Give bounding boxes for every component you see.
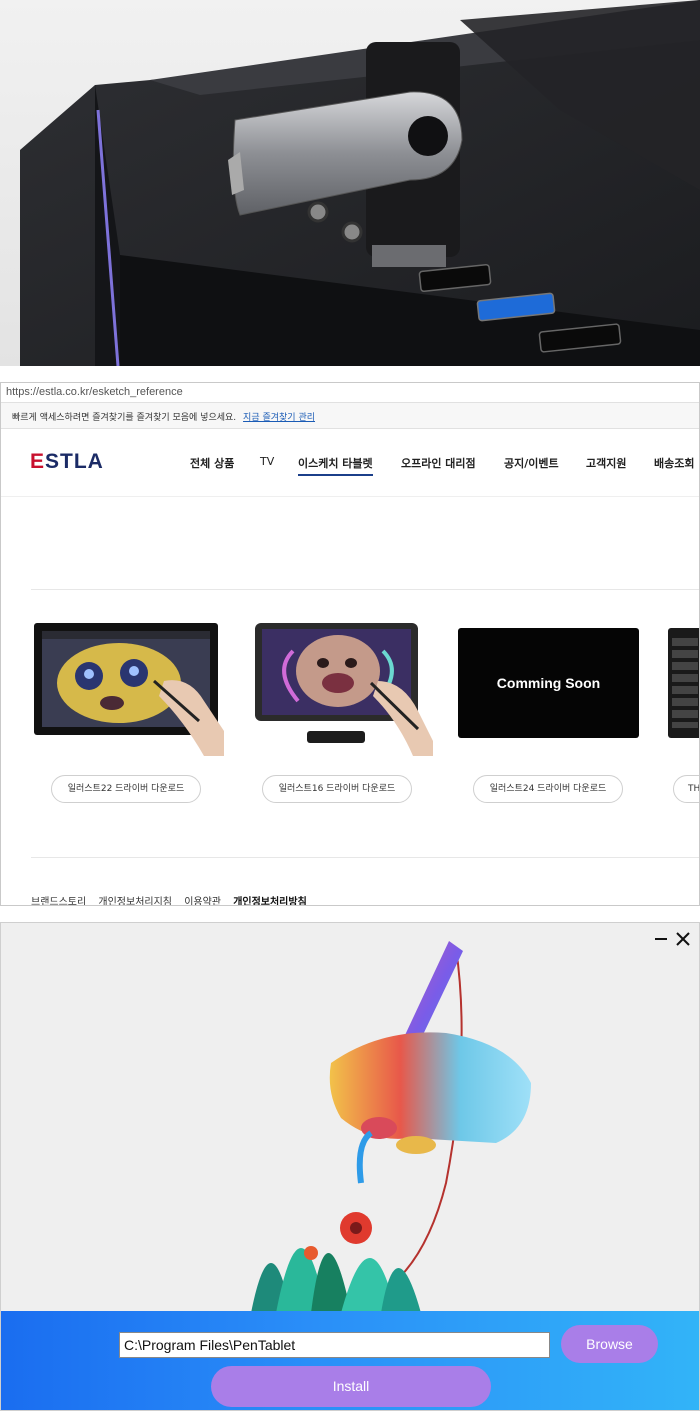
nav-esketch-tablet[interactable]: 이스케치 타블렛 bbox=[298, 455, 373, 476]
download-illust16-button[interactable]: 일러스트16 드라이버 다운로드 bbox=[262, 775, 412, 803]
address-bar[interactable]: https://estla.co.kr/esketch_reference bbox=[1, 383, 699, 403]
download-illust24-button[interactable]: 일러스트24 드라이버 다운로드 bbox=[473, 775, 623, 803]
logo-text: STLA bbox=[45, 450, 104, 473]
section-divider-bottom bbox=[31, 857, 699, 858]
product-partial-buttons bbox=[672, 638, 698, 728]
footer-brand-story[interactable]: 브랜드스토리 bbox=[31, 897, 86, 905]
hand-drawing-illustration bbox=[251, 941, 531, 1313]
product-illust16 bbox=[253, 621, 433, 760]
product-illust24[interactable]: Comming Soon bbox=[458, 628, 639, 738]
usb-photo-illustration bbox=[20, 0, 700, 366]
product-illust16-image[interactable] bbox=[253, 621, 433, 756]
logo-letter-e: E bbox=[30, 450, 46, 473]
installer-window: Browse Install bbox=[0, 922, 700, 1411]
nav-offline-stores[interactable]: 오프라인 대리점 bbox=[401, 455, 476, 471]
footer-links: 브랜드스토리 개인정보처리지침 이용약관 개인정보처리방침 bbox=[31, 893, 316, 905]
nav-tv[interactable]: TV bbox=[260, 455, 274, 468]
coming-soon-label: Comming Soon bbox=[496, 675, 601, 691]
nav-support[interactable]: 고객지원 bbox=[586, 455, 626, 471]
product-partial[interactable] bbox=[668, 628, 699, 738]
minimize-icon[interactable] bbox=[653, 931, 669, 947]
browser-window: https://estla.co.kr/esketch_reference 빠르… bbox=[0, 382, 700, 906]
manage-favorites-link[interactable]: 지금 즐겨찾기 관리 bbox=[243, 413, 315, 423]
product-illust22 bbox=[34, 621, 224, 760]
favorites-bar-text: 빠르게 액세스하려면 즐겨찾기를 즐겨찾기 모음에 넣으세요. bbox=[12, 413, 237, 423]
nav-notice-events[interactable]: 공지/이벤트 bbox=[504, 455, 559, 471]
footer-terms[interactable]: 이용약관 bbox=[184, 897, 221, 905]
favorites-bar: 빠르게 액세스하려면 즐겨찾기를 즐겨찾기 모음에 넣으세요. 지금 즐겨찾기 … bbox=[1, 403, 699, 429]
estla-logo[interactable]: ESTLA bbox=[30, 450, 104, 474]
footer-privacy-policy[interactable]: 개인정보처리방침 bbox=[233, 897, 307, 905]
composite-page: https://estla.co.kr/esketch_reference 빠르… bbox=[0, 0, 700, 1411]
close-icon[interactable] bbox=[675, 931, 691, 947]
footer-privacy-guide[interactable]: 개인정보처리지침 bbox=[98, 897, 172, 905]
product-illust22-image[interactable] bbox=[34, 621, 224, 756]
download-partial-button[interactable]: TH bbox=[673, 775, 699, 803]
section-divider-top bbox=[31, 589, 699, 590]
browse-button[interactable]: Browse bbox=[561, 1325, 658, 1363]
site-header: ESTLA 전체 상품 TV 이스케치 타블렛 오프라인 대리점 공지/이벤트 … bbox=[1, 429, 699, 497]
install-path-input[interactable] bbox=[119, 1332, 550, 1358]
installer-action-bar: Browse Install bbox=[1, 1311, 699, 1410]
usb-drive-photo bbox=[0, 0, 700, 366]
download-illust22-button[interactable]: 일러스트22 드라이버 다운로드 bbox=[51, 775, 201, 803]
install-button[interactable]: Install bbox=[211, 1366, 491, 1407]
nav-delivery-tracking[interactable]: 배송조회 bbox=[654, 455, 694, 471]
nav-all-products[interactable]: 전체 상품 bbox=[190, 455, 234, 471]
